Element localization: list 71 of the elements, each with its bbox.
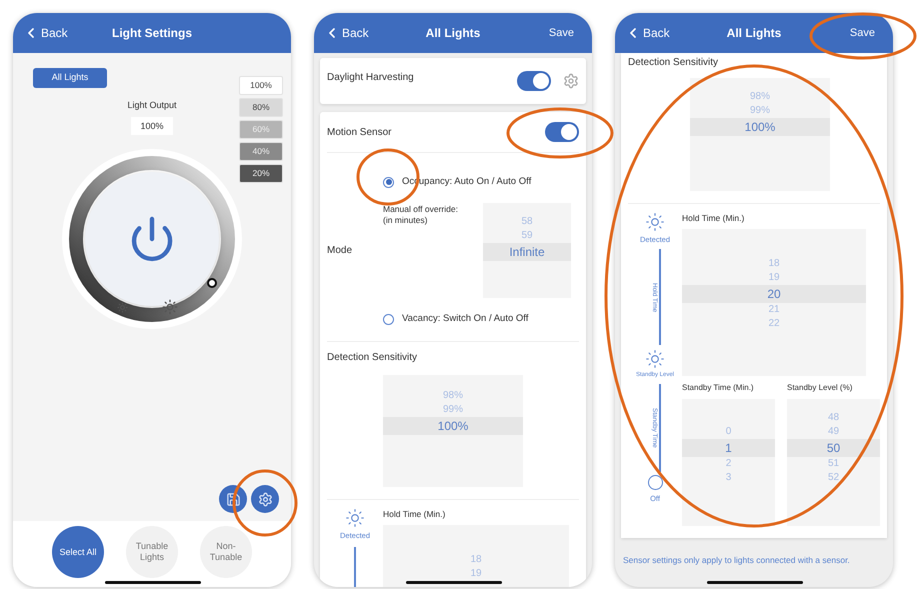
picker-wheel[interactable]: 98% 99% 100% (383, 374, 523, 486)
radio-option[interactable]: Vacancy: Switch On / Auto Off (383, 312, 528, 326)
picker-option: 51 (787, 456, 880, 471)
picker-wheel[interactable]: 98% 99% 100% (690, 78, 830, 191)
screen-title: All Lights (426, 25, 480, 42)
bright-sun-icon (162, 298, 178, 314)
picker-option: 58 (483, 215, 571, 230)
picker-option: Infinite (483, 243, 571, 262)
section-label: Hold Time (Min.) (383, 508, 446, 520)
picker-option: 21 (682, 302, 866, 317)
picker-option: 59 (483, 229, 571, 244)
section-label: Detection Sensitivity (327, 350, 418, 364)
sun-icon (645, 212, 665, 232)
sun-icon (345, 508, 365, 528)
picker-wheel[interactable]: 18 19 20 21 22 (682, 228, 866, 376)
back-button[interactable]: Back (324, 24, 369, 42)
save-link[interactable]: Save (548, 24, 582, 42)
screen-title: All Lights (726, 25, 782, 42)
preset-button[interactable]: 40% (239, 142, 283, 161)
setting-label: Motion Sensor (327, 126, 392, 140)
picker-option: 49 (787, 424, 880, 439)
picker-wheel[interactable]: 0 1 2 3 (682, 398, 775, 526)
picker-wheel[interactable]: 58 59 Infinite (483, 203, 571, 298)
section-label: Standby Time (Min.) (682, 382, 755, 394)
setting-label: Daylight Harvesting (327, 71, 415, 85)
picker-wheel[interactable]: 48 49 50 51 52 (787, 398, 880, 526)
picker-option: 20 (682, 284, 866, 303)
section-label: Standby Level (%) (787, 382, 854, 394)
picker-option: 99% (383, 402, 523, 416)
light-output-label: Light Output (127, 99, 177, 112)
picker-option: 52 (787, 470, 880, 485)
picker-option: 1 (682, 438, 775, 457)
picker-option: 100% (690, 118, 830, 136)
section-label: Detection Sensitivity (628, 56, 720, 70)
toggle-switch[interactable] (517, 71, 551, 91)
picker-option: 19 (682, 270, 866, 285)
picker-option: 3 (682, 470, 775, 485)
save-link[interactable]: Save (850, 24, 883, 42)
picker-option: 98% (690, 90, 830, 104)
preset-button[interactable]: 20% (239, 164, 283, 183)
light-output-value: 100% (131, 116, 173, 134)
back-button[interactable]: Back (625, 24, 670, 42)
settings-icon (258, 492, 272, 506)
group-filter-button[interactable]: Tunable Lights (126, 526, 178, 578)
picker-option: 50 (787, 438, 880, 457)
screen-title: Light Settings (112, 25, 192, 42)
picker-option: 48 (787, 410, 880, 425)
sun-icon (645, 349, 665, 370)
picker-option: 19 (383, 567, 569, 582)
picker-option: 0 (682, 424, 775, 439)
picker-option: 2 (682, 456, 775, 471)
toggle-switch[interactable] (545, 122, 579, 142)
picker-option: 18 (682, 256, 866, 271)
dimmer-knob[interactable] (207, 278, 217, 288)
back-button[interactable]: Back (23, 24, 68, 42)
preset-button[interactable]: 100% (239, 76, 283, 95)
override-label: Manual off override: (in minutes) (383, 203, 459, 228)
picker-option: 98% (383, 388, 523, 402)
group-filter-button[interactable]: Non-Tunable (200, 526, 252, 578)
all-lights-button[interactable]: All Lights (33, 68, 107, 88)
picker-option: 100% (383, 416, 523, 434)
group-filter-button[interactable]: Select All (52, 526, 104, 578)
picker-option: 18 (383, 553, 569, 568)
mode-label: Mode (327, 244, 354, 258)
settings-button[interactable] (251, 485, 279, 513)
annotation-ellipse (232, 470, 298, 536)
picker-option: 99% (690, 104, 830, 118)
picker-option: 22 (682, 316, 866, 331)
footnote: Sensor settings only apply to lights connected with a sensor. (622, 554, 851, 566)
section-label: Hold Time (Min.) (682, 212, 746, 225)
preset-button[interactable]: 80% (239, 98, 283, 117)
